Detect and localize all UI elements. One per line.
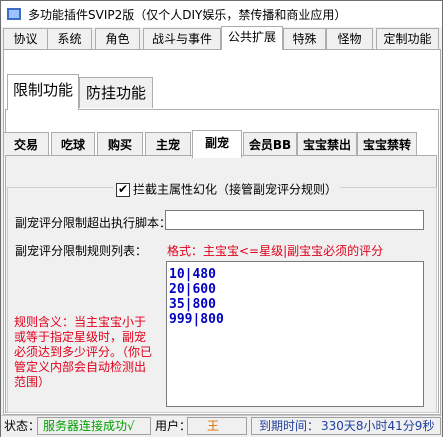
rule-row: 35|800 xyxy=(169,297,216,312)
tab-custom-functions[interactable]: 定制功能 xyxy=(376,28,439,49)
checkbox-label: 拦截主属性幻化（接管副宠评分规则） xyxy=(133,182,338,197)
tab-main-pet[interactable]: 主宠 xyxy=(145,132,191,157)
rule-row: 999|800 xyxy=(169,312,224,327)
tab-monster[interactable]: 怪物 xyxy=(326,28,373,49)
tab-battle-events[interactable]: 战斗与事件 xyxy=(143,28,221,49)
script-input[interactable] xyxy=(165,210,424,230)
tab-system[interactable]: 系统 xyxy=(47,28,92,49)
rules-label: 副宠评分限制规则列表： xyxy=(15,244,148,258)
title-bar: 多功能插件SVIP2版（仅个人DIY娱乐，禁传播和商业应用） xyxy=(1,1,442,27)
intercept-checkbox[interactable]: ✔ 拦截主属性幻化（接管副宠评分规则） xyxy=(113,181,341,197)
app-window: 多功能插件SVIP2版（仅个人DIY娱乐，禁传播和商业应用） 协议 系统 角色 … xyxy=(0,0,443,437)
tab-purchase[interactable]: 购买 xyxy=(97,132,143,157)
status-label: 状态： xyxy=(4,419,41,433)
tab-special[interactable]: 特殊 xyxy=(283,28,326,49)
user-name: 王 xyxy=(207,419,220,433)
tab-protocol[interactable]: 协议 xyxy=(3,28,48,49)
checkmark-icon: ✔ xyxy=(118,181,129,196)
user-label: 用户： xyxy=(155,419,192,433)
format-hint: 格式：主宝宝<=星级|副宝宝必须的评分 xyxy=(167,244,384,258)
checkbox-box[interactable]: ✔ xyxy=(116,181,130,197)
rules-textarea[interactable]: 10|480 20|600 35|800 999|800 xyxy=(166,261,424,407)
expire-time: 330天8小时41分9秒 xyxy=(321,419,435,433)
rule-explanation: 规则含义：当主宝宝小于或等于指定星级时，副宠必须达到多少评分。（你已管定义内部会… xyxy=(14,315,153,389)
rule-row: 20|600 xyxy=(169,282,216,297)
status-bar: 状态： 服务器连接成功√ 用户： 王 到期时间： 330天8小时41分9秒 xyxy=(1,415,442,437)
tab-character[interactable]: 角色 xyxy=(95,28,140,49)
tab-sub-pet[interactable]: 副宠 xyxy=(192,130,242,158)
tab-public-extension[interactable]: 公共扩展 xyxy=(221,26,283,50)
tab-pet-no-transfer[interactable]: 宝宝禁转 xyxy=(357,132,417,157)
script-label: 副宠评分限制超出执行脚本： xyxy=(15,216,172,230)
connection-status: 服务器连接成功√ xyxy=(43,419,135,433)
window-title: 多功能插件SVIP2版（仅个人DIY娱乐，禁传播和商业应用） xyxy=(28,8,347,22)
rule-row: 10|480 xyxy=(169,267,216,282)
tab-eat-ball[interactable]: 吃球 xyxy=(51,132,95,157)
app-icon xyxy=(7,8,21,20)
tab-member-bb[interactable]: 会员BB xyxy=(243,132,297,157)
tab-anti-cheat-functions[interactable]: 防挂功能 xyxy=(79,77,153,108)
tab-pet-no-summon[interactable]: 宝宝禁出 xyxy=(297,132,357,157)
tab-restriction-functions[interactable]: 限制功能 xyxy=(7,74,79,110)
expire-label: 到期时间： xyxy=(259,419,320,433)
tab-trade[interactable]: 交易 xyxy=(3,132,49,157)
